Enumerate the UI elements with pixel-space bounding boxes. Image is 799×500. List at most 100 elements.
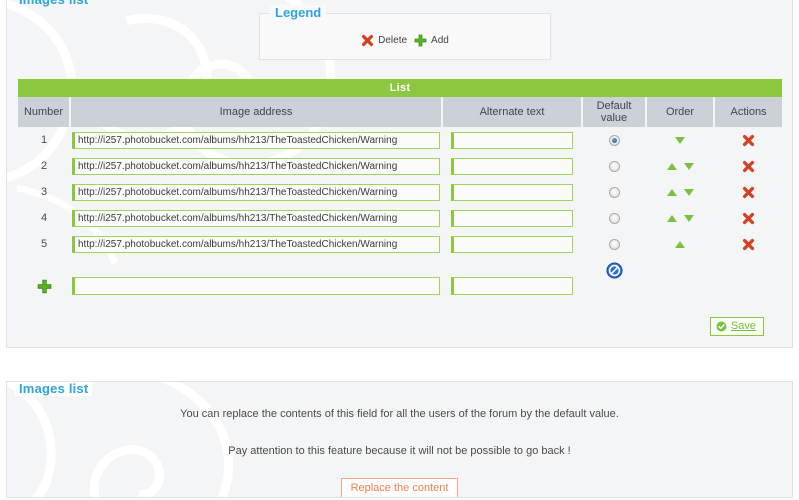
images-list-panel-bottom: Images list You can replace the contents… xyxy=(6,381,793,498)
row-actions-cell xyxy=(714,127,782,153)
table-row: 3 xyxy=(18,179,782,205)
row-default-value-cell xyxy=(582,205,646,231)
row-order-cell xyxy=(646,127,714,153)
move-down-arrow-icon[interactable] xyxy=(683,214,694,222)
row-actions-cell xyxy=(714,205,782,231)
add-plus-icon xyxy=(37,279,52,294)
save-button[interactable]: Save xyxy=(709,317,764,336)
row-number: 3 xyxy=(40,186,48,198)
image-address-input[interactable] xyxy=(72,209,440,227)
legend-item-delete: Delete xyxy=(361,34,407,47)
row-number: 5 xyxy=(40,238,48,250)
legend-box: Legend Delete Add xyxy=(259,5,551,60)
legend-items: Delete Add xyxy=(260,34,550,47)
delete-x-icon[interactable] xyxy=(742,238,755,251)
row-actions-cell xyxy=(714,153,782,179)
column-header-number: Number xyxy=(18,97,71,127)
row-image-address-cell xyxy=(70,153,442,179)
alternate-text-input[interactable] xyxy=(451,209,573,227)
row-order-cell xyxy=(646,179,714,205)
table-row: 5 xyxy=(18,231,782,257)
row-image-address-cell xyxy=(70,179,442,205)
row-alternate-text-cell xyxy=(442,205,582,231)
table-row: 2 xyxy=(18,153,782,179)
delete-x-icon[interactable] xyxy=(742,160,755,173)
column-header-default-value-line1: Default xyxy=(596,99,632,112)
move-down-arrow-icon[interactable] xyxy=(675,136,685,144)
table-row: 1 xyxy=(18,127,782,153)
row-order-cell xyxy=(646,153,714,179)
row-alternate-text-cell xyxy=(442,231,582,257)
default-value-radio[interactable] xyxy=(608,186,620,198)
column-header-actions: Actions xyxy=(714,97,783,127)
row-default-value-cell xyxy=(582,153,646,179)
row-default-value-cell xyxy=(582,127,646,153)
row-number: 2 xyxy=(40,160,48,172)
bottom-info-line-2: Pay attention to this feature because it… xyxy=(228,445,571,457)
alternate-text-input[interactable] xyxy=(451,235,573,253)
no-default-circle-slash-icon[interactable] xyxy=(605,261,623,279)
page-root: Images list Legend xyxy=(0,0,799,500)
alternate-text-input[interactable] xyxy=(451,157,573,175)
new-image-address-input[interactable] xyxy=(72,277,440,295)
check-circle-icon xyxy=(716,321,727,332)
panel-legend-top: Images list xyxy=(15,0,92,7)
column-header-default-value-line2: value xyxy=(600,112,628,124)
delete-x-icon[interactable] xyxy=(742,186,755,199)
image-address-input[interactable] xyxy=(72,235,440,253)
row-image-address-cell xyxy=(70,231,442,257)
column-header-image-address: Image address xyxy=(70,97,443,127)
legend-box-title: Legend xyxy=(270,5,327,20)
row-default-value-cell xyxy=(582,179,646,205)
column-header-alternate-text: Alternate text xyxy=(442,97,583,127)
default-value-radio[interactable] xyxy=(608,212,620,224)
default-value-radio[interactable] xyxy=(608,134,620,146)
image-address-input[interactable] xyxy=(72,157,440,175)
legend-item-delete-label: Delete xyxy=(378,35,408,46)
new-row xyxy=(18,277,782,295)
move-up-arrow-icon[interactable] xyxy=(666,214,677,222)
legend-item-add: Add xyxy=(414,34,449,47)
table-title-bar: List xyxy=(18,79,783,97)
row-alternate-text-cell xyxy=(442,179,582,205)
replace-the-content-button[interactable]: Replace the content xyxy=(340,478,459,497)
column-header-order: Order xyxy=(646,97,715,127)
add-plus-icon xyxy=(414,34,427,47)
delete-x-icon[interactable] xyxy=(742,134,755,147)
row-number: 4 xyxy=(40,212,48,224)
row-actions-cell xyxy=(714,231,782,257)
move-up-arrow-icon[interactable] xyxy=(675,240,685,248)
row-alternate-text-cell xyxy=(442,127,582,153)
table-column-head: Number Image address Alternate text Defa… xyxy=(18,97,783,127)
row-default-value-cell xyxy=(582,231,646,257)
row-image-address-cell xyxy=(70,127,442,153)
image-address-input[interactable] xyxy=(72,183,440,201)
row-order-cell xyxy=(646,205,714,231)
panel-legend-bottom: Images list xyxy=(15,382,93,396)
row-actions-cell xyxy=(714,179,782,205)
row-image-address-cell xyxy=(70,205,442,231)
table-row: 4 xyxy=(18,205,782,231)
move-down-arrow-icon[interactable] xyxy=(683,162,694,170)
default-value-radio[interactable] xyxy=(608,160,620,172)
new-alternate-text-input[interactable] xyxy=(451,277,573,295)
delete-x-icon xyxy=(361,34,374,47)
bottom-info-line-1: You can replace the contents of this fie… xyxy=(180,408,619,420)
bottom-panel-content: You can replace the contents of this fie… xyxy=(7,402,792,497)
column-header-default-value: Default value xyxy=(582,97,647,127)
images-list-table: List Number Image address Alternate text… xyxy=(18,79,783,283)
row-number: 1 xyxy=(40,134,48,146)
move-down-arrow-icon[interactable] xyxy=(683,188,694,196)
alternate-text-input[interactable] xyxy=(451,183,573,201)
delete-x-icon[interactable] xyxy=(742,212,755,225)
row-alternate-text-cell xyxy=(442,153,582,179)
move-up-arrow-icon[interactable] xyxy=(666,162,677,170)
move-up-arrow-icon[interactable] xyxy=(666,188,677,196)
images-list-panel-top: Images list Legend xyxy=(6,0,793,348)
new-row-add-button[interactable] xyxy=(18,279,70,294)
image-address-input[interactable] xyxy=(72,131,440,149)
alternate-text-input[interactable] xyxy=(451,131,573,149)
table-body: 1 2 3 4 5 xyxy=(18,127,782,283)
table-title-head: List xyxy=(18,79,783,97)
default-value-radio[interactable] xyxy=(608,238,620,250)
